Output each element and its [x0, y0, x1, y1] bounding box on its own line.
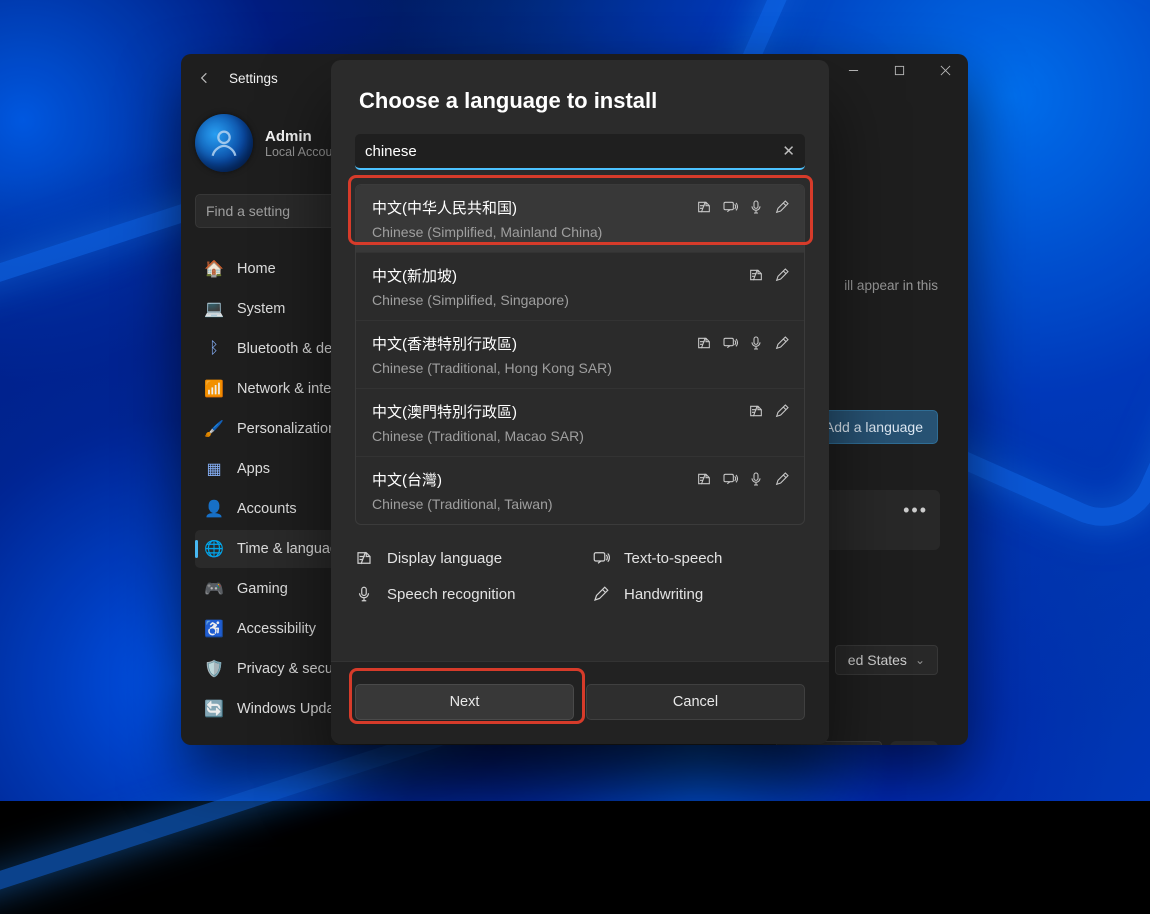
cancel-button[interactable]: Cancel — [586, 684, 805, 720]
language-search-input[interactable] — [365, 143, 782, 160]
dialog-title: Choose a language to install — [331, 60, 829, 134]
language-results: 中文(中华人民共和国) Chinese (Simplified, Mainlan… — [355, 184, 805, 525]
language-option[interactable]: 中文(新加坡) Chinese (Simplified, Singapore) — [356, 252, 804, 320]
display-language-icon — [696, 199, 712, 215]
feature-legend: Display language Text-to-speech Speech r… — [355, 549, 805, 603]
speech-recognition-icon — [355, 585, 373, 603]
language-option[interactable]: 中文(香港特別行政區) Chinese (Traditional, Hong K… — [356, 320, 804, 388]
language-english-name: Chinese (Simplified, Mainland China) — [372, 224, 788, 240]
legend-tts: Text-to-speech — [592, 549, 805, 567]
display-language-icon — [748, 403, 764, 419]
language-feature-icons — [696, 471, 790, 487]
handwriting-icon — [774, 199, 790, 215]
choose-language-dialog: Choose a language to install ✕ 中文(中华人民共和… — [331, 60, 829, 744]
language-feature-icons — [748, 267, 790, 283]
speech-recognition-icon — [748, 199, 764, 215]
language-feature-icons — [696, 199, 790, 215]
language-english-name: Chinese (Traditional, Hong Kong SAR) — [372, 360, 788, 376]
language-native-name: 中文(新加坡) — [372, 265, 788, 286]
clear-search-button[interactable]: ✕ — [782, 142, 795, 160]
handwriting-icon — [774, 335, 790, 351]
language-feature-icons — [748, 403, 790, 419]
text-to-speech-icon — [722, 199, 738, 215]
speech-recognition-icon — [748, 471, 764, 487]
language-option[interactable]: 中文(台灣) Chinese (Traditional, Taiwan) — [356, 456, 804, 524]
language-english-name: Chinese (Simplified, Singapore) — [372, 292, 788, 308]
handwriting-icon — [774, 403, 790, 419]
language-native-name: 中文(澳門特別行政區) — [372, 401, 788, 422]
next-button[interactable]: Next — [355, 684, 574, 720]
language-english-name: Chinese (Traditional, Macao SAR) — [372, 428, 788, 444]
text-to-speech-icon — [722, 335, 738, 351]
language-option[interactable]: 中文(澳門特別行政區) Chinese (Traditional, Macao … — [356, 388, 804, 456]
language-english-name: Chinese (Traditional, Taiwan) — [372, 496, 788, 512]
display-language-icon — [696, 335, 712, 351]
display-language-icon — [748, 267, 764, 283]
legend-display: Display language — [355, 549, 568, 567]
text-to-speech-icon — [592, 549, 610, 567]
speech-recognition-icon — [748, 335, 764, 351]
legend-speech: Speech recognition — [355, 585, 568, 603]
handwriting-icon — [592, 585, 610, 603]
language-feature-icons — [696, 335, 790, 351]
text-to-speech-icon — [722, 471, 738, 487]
legend-handwriting: Handwriting — [592, 585, 805, 603]
display-language-icon — [696, 471, 712, 487]
handwriting-icon — [774, 471, 790, 487]
language-search[interactable]: ✕ — [355, 134, 805, 170]
dialog-buttons: Next Cancel — [331, 661, 829, 744]
language-option[interactable]: 中文(中华人民共和国) Chinese (Simplified, Mainlan… — [356, 185, 804, 252]
display-language-icon — [355, 549, 373, 567]
handwriting-icon — [774, 267, 790, 283]
